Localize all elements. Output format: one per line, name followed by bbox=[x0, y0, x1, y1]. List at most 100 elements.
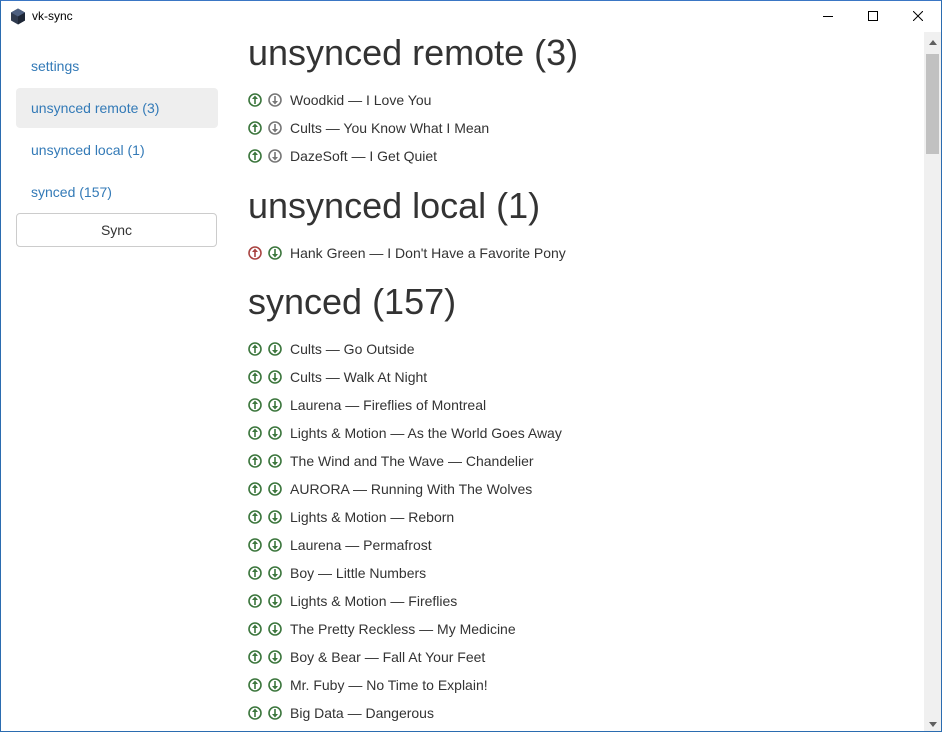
track-title: Big Data — Dangerous bbox=[290, 705, 434, 721]
track-title: Mr. Fuby — No Time to Explain! bbox=[290, 677, 488, 693]
section-unsynced-local: unsynced local (1) Hank Green — I Don't … bbox=[248, 186, 566, 267]
track-item: Cults — Go Outside bbox=[248, 335, 562, 363]
track-item: Woodkid — I Love You bbox=[248, 86, 578, 114]
track-item: Lights & Motion — Reborn bbox=[248, 503, 562, 531]
upload-icon[interactable] bbox=[248, 510, 262, 524]
download-icon[interactable] bbox=[268, 482, 282, 496]
download-icon[interactable] bbox=[268, 149, 282, 163]
track-item: Boy — Little Numbers bbox=[248, 559, 562, 587]
app-logo-icon bbox=[10, 8, 26, 25]
upload-icon[interactable] bbox=[248, 121, 262, 135]
upload-icon[interactable] bbox=[248, 622, 262, 636]
upload-icon[interactable] bbox=[248, 594, 262, 608]
track-item: Lights & Motion — Fireflies bbox=[248, 587, 562, 615]
upload-icon[interactable] bbox=[248, 149, 262, 163]
track-list: Hank Green — I Don't Have a Favorite Pon… bbox=[248, 239, 566, 267]
upload-icon[interactable] bbox=[248, 246, 262, 260]
download-icon[interactable] bbox=[268, 566, 282, 580]
section-synced: synced (157) Cults — Go Outside Cults — W… bbox=[248, 282, 562, 731]
window-title: vk-sync bbox=[32, 9, 73, 23]
section-title: unsynced local (1) bbox=[248, 185, 541, 226]
download-icon[interactable] bbox=[268, 93, 282, 107]
track-item: The Wind and The Wave — Chandelier bbox=[248, 447, 562, 475]
sidebar-item-unsynced-local[interactable]: unsynced local (1) bbox=[16, 130, 218, 170]
download-icon[interactable] bbox=[268, 454, 282, 468]
download-icon[interactable] bbox=[268, 121, 282, 135]
scroll-up-arrow-icon bbox=[928, 32, 937, 50]
sidebar-item-settings[interactable]: settings bbox=[16, 46, 218, 86]
upload-icon[interactable] bbox=[248, 538, 262, 552]
track-title: Lights & Motion — As the World Goes Away bbox=[290, 425, 562, 441]
track-item: Mr. Fuby — No Time to Explain! bbox=[248, 671, 562, 699]
sidebar-item-synced[interactable]: synced (157) bbox=[16, 172, 218, 212]
upload-icon[interactable] bbox=[248, 706, 262, 720]
track-item: Laurena — Fireflies of Montreal bbox=[248, 391, 562, 419]
track-item: Cults — Walk At Night bbox=[248, 363, 562, 391]
track-title: The Pretty Reckless — My Medicine bbox=[290, 621, 516, 637]
download-icon[interactable] bbox=[268, 398, 282, 412]
upload-icon[interactable] bbox=[248, 678, 262, 692]
scroll-down-button[interactable] bbox=[924, 714, 941, 731]
track-title: Laurena — Permafrost bbox=[290, 537, 432, 553]
track-title: DazeSoft — I Get Quiet bbox=[290, 148, 438, 164]
track-title: Woodkid — I Love You bbox=[290, 92, 432, 108]
track-item: Lights & Motion — As the World Goes Away bbox=[248, 419, 562, 447]
track-item: DazeSoft — I Get Quiet bbox=[248, 142, 578, 170]
section-title: synced (157) bbox=[248, 281, 457, 322]
track-title: Hank Green — I Don't Have a Favorite Pon… bbox=[290, 245, 566, 261]
track-item: Hank Green — I Don't Have a Favorite Pon… bbox=[248, 239, 566, 267]
track-title: Cults — You Know What I Mean bbox=[290, 120, 490, 136]
upload-icon[interactable] bbox=[248, 398, 262, 412]
track-title: AURORA — Running With The Wolves bbox=[290, 481, 533, 497]
download-icon[interactable] bbox=[268, 246, 282, 260]
maximize-icon bbox=[868, 8, 878, 26]
sidebar-item-unsynced-remote[interactable]: unsynced remote (3) bbox=[16, 88, 218, 128]
upload-icon[interactable] bbox=[248, 426, 262, 440]
track-title: The Wind and The Wave — Chandelier bbox=[290, 453, 534, 469]
download-icon[interactable] bbox=[268, 538, 282, 552]
upload-icon[interactable] bbox=[248, 650, 262, 664]
upload-icon[interactable] bbox=[248, 454, 262, 468]
vertical-scrollbar[interactable] bbox=[924, 32, 941, 731]
upload-icon[interactable] bbox=[248, 566, 262, 580]
track-title: Lights & Motion — Fireflies bbox=[290, 593, 458, 609]
upload-icon[interactable] bbox=[248, 482, 262, 496]
track-title: Boy & Bear — Fall At Your Feet bbox=[290, 649, 486, 665]
scroll-down-arrow-icon bbox=[928, 714, 937, 732]
download-icon[interactable] bbox=[268, 370, 282, 384]
track-title: Cults — Walk At Night bbox=[290, 369, 428, 385]
title-bar: vk-sync bbox=[1, 1, 941, 32]
download-icon[interactable] bbox=[268, 594, 282, 608]
download-icon[interactable] bbox=[268, 426, 282, 440]
close-button[interactable] bbox=[895, 1, 941, 32]
minimize-button[interactable] bbox=[805, 1, 851, 32]
download-icon[interactable] bbox=[268, 510, 282, 524]
sync-button[interactable]: Sync bbox=[16, 213, 217, 247]
section-unsynced-remote: unsynced remote (3) Woodkid — I Love You… bbox=[248, 33, 578, 170]
track-title: Boy — Little Numbers bbox=[290, 565, 427, 581]
track-item: Boy & Bear — Fall At Your Feet bbox=[248, 643, 562, 671]
track-item: AURORA — Running With The Wolves bbox=[248, 475, 562, 503]
upload-icon[interactable] bbox=[248, 93, 262, 107]
app-window: vk-sync settings unsynced remote (3) uns… bbox=[0, 0, 942, 732]
track-title: Lights & Motion — Reborn bbox=[290, 509, 455, 525]
close-icon bbox=[912, 8, 924, 26]
scroll-thumb[interactable] bbox=[926, 54, 939, 154]
download-icon[interactable] bbox=[268, 650, 282, 664]
download-icon[interactable] bbox=[268, 678, 282, 692]
scroll-up-button[interactable] bbox=[924, 32, 941, 49]
track-list: Woodkid — I Love You Cults — You Know Wha… bbox=[248, 86, 578, 170]
upload-icon[interactable] bbox=[248, 342, 262, 356]
track-item: Cults — You Know What I Mean bbox=[248, 114, 578, 142]
track-item: Big Data — Dangerous bbox=[248, 699, 562, 727]
main-content: unsynced remote (3) Woodkid — I Love You… bbox=[248, 32, 920, 731]
download-icon[interactable] bbox=[268, 342, 282, 356]
maximize-button[interactable] bbox=[850, 1, 896, 32]
upload-icon[interactable] bbox=[248, 370, 262, 384]
section-title: unsynced remote (3) bbox=[248, 32, 579, 73]
track-list: Cults — Go Outside Cults — Walk At Night L… bbox=[248, 335, 562, 731]
download-icon[interactable] bbox=[268, 706, 282, 720]
sidebar-nav: settings unsynced remote (3) unsynced lo… bbox=[16, 46, 218, 247]
download-icon[interactable] bbox=[268, 622, 282, 636]
track-title: Laurena — Fireflies of Montreal bbox=[290, 397, 487, 413]
